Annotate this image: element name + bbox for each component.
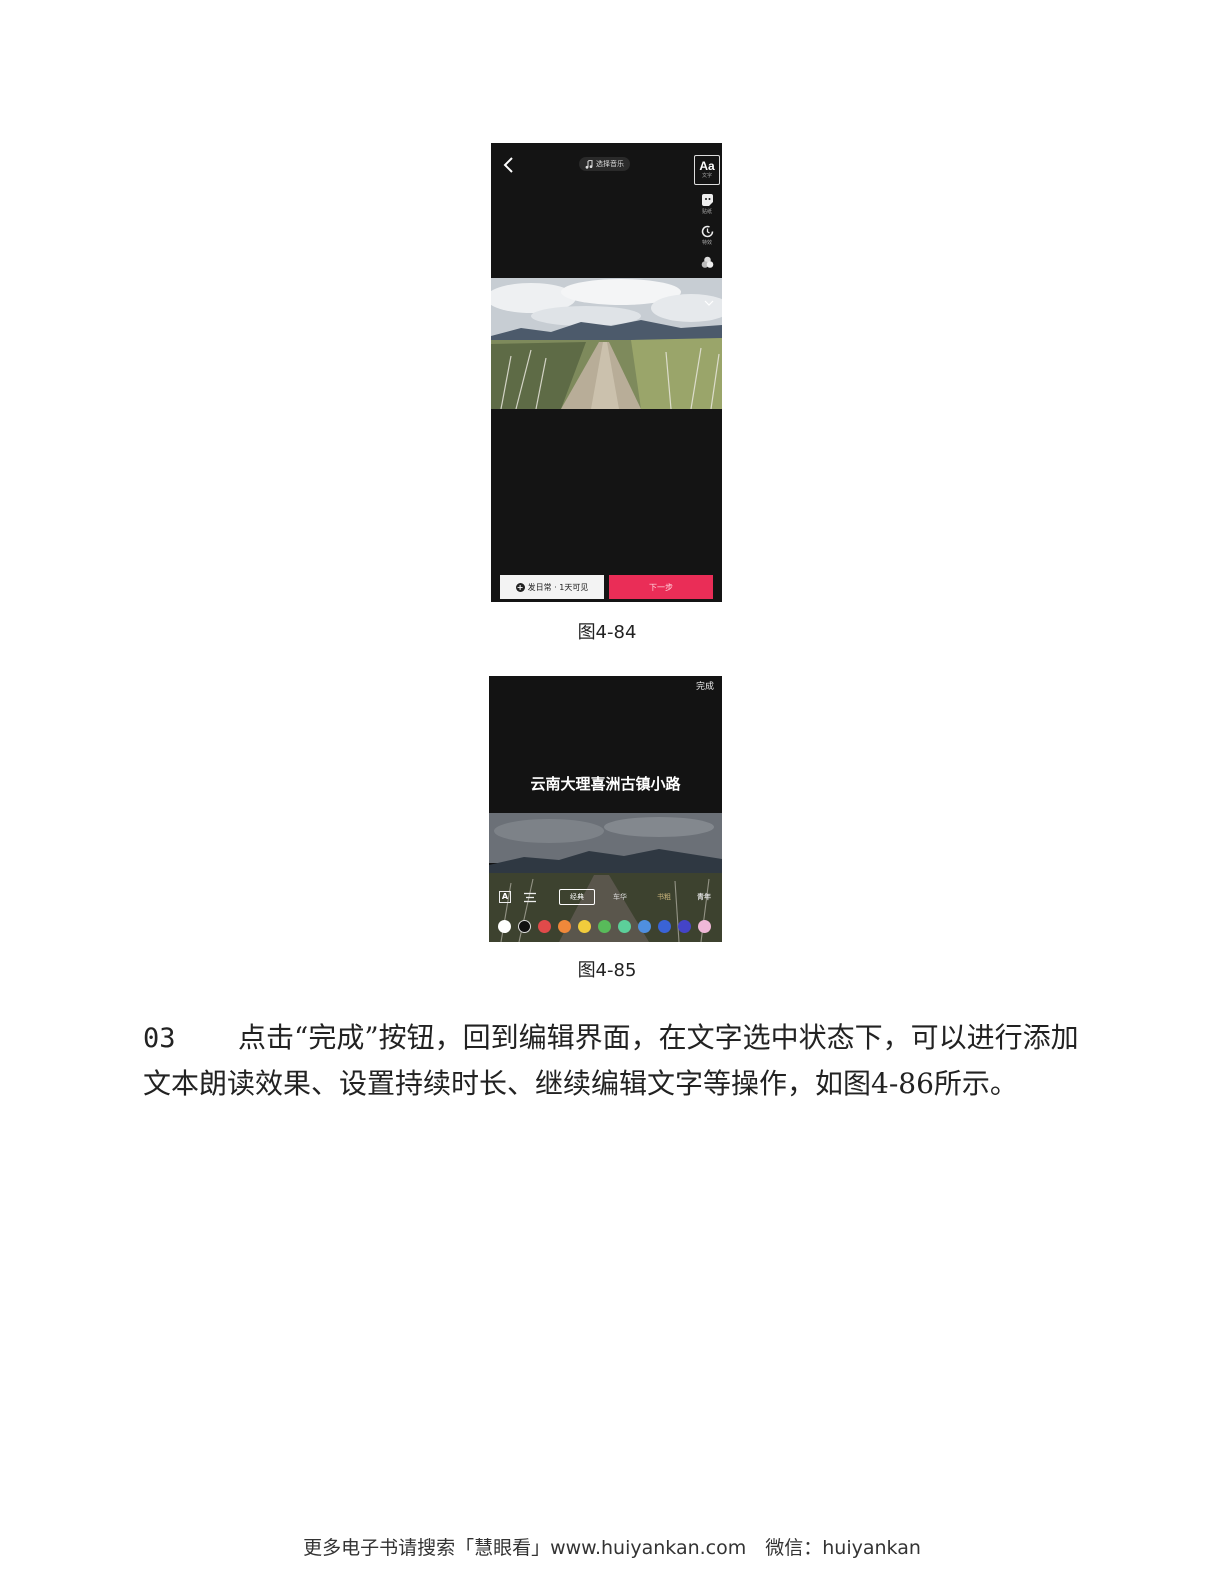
text-tool-caption: 文字 [701,173,712,179]
music-note-icon [585,159,593,169]
filter-circles-icon [701,256,713,268]
figure-caption-4-85: 图4-85 [577,960,637,981]
next-step-button[interactable]: 下一步 [609,575,713,599]
text-style-toolbar: A 经典 车华 书粗 青年 [489,888,722,908]
step-number: 03 [143,1023,176,1054]
text-tool-icon: Aa [699,159,715,173]
color-swatch[interactable] [598,920,611,933]
footer-promo: 更多电子书请搜索「慧眼看」www.huiyankan.com 微信：huiyan… [303,1537,921,1559]
figure-caption-4-84: 图4-84 [577,622,637,643]
color-swatch[interactable] [578,920,591,933]
sticker-caption: 贴纸 [701,209,712,215]
text-tool-button[interactable]: Aa 文字 [694,155,720,185]
color-swatch[interactable] [558,920,571,933]
color-swatch[interactable] [498,920,511,933]
color-swatch[interactable] [638,920,651,933]
effects-tool-button[interactable]: 特效 [694,224,720,247]
edit-tool-rail: Aa 文字 贴纸 特效 [694,155,720,270]
style-tab-2[interactable]: 车华 [613,892,627,902]
style-tab-3[interactable]: 书粗 [657,892,671,902]
plus-circle-icon: + [515,582,525,592]
sticker-icon [701,194,713,206]
color-swatch[interactable] [658,920,671,933]
done-button[interactable]: 完成 [696,679,714,692]
music-label: 选择音乐 [596,160,624,168]
post-daily-label: 发日常 · 1天可见 [527,582,589,592]
align-icon[interactable] [524,892,536,903]
text-background-toggle[interactable]: A [499,891,511,903]
overlay-text[interactable]: 云南大理喜洲古镇小路 [489,773,722,794]
back-arrow-icon[interactable] [501,155,517,175]
effects-clock-icon [701,225,713,238]
color-swatch[interactable] [618,920,631,933]
filter-tool-button[interactable] [694,255,720,270]
color-swatch-row [498,920,711,934]
instruction-paragraph: 03 点击“完成”按钮，回到编辑界面，在文字选中状态下，可以进行添加文本朗读效果、… [143,1015,1088,1106]
chevron-down-icon[interactable] [704,299,714,307]
effects-caption: 特效 [701,240,712,246]
figure-4-84-screenshot: 选择音乐 Aa 文字 贴纸 特效 + 发日常 · 1天可见 下一步 [491,143,722,602]
figure-4-85-screenshot: 完成 云南大理喜洲古镇小路 A 经典 车华 书粗 青年 [489,676,722,942]
video-preview-landscape [491,278,722,409]
post-daily-button[interactable]: + 发日常 · 1天可见 [500,575,604,599]
color-swatch[interactable] [518,920,531,933]
style-tab-4[interactable]: 青年 [697,892,711,902]
color-swatch[interactable] [698,920,711,933]
style-tab-classic[interactable]: 经典 [559,889,595,905]
select-music-button[interactable]: 选择音乐 [579,157,630,171]
sticker-tool-button[interactable]: 贴纸 [694,193,720,216]
color-swatch[interactable] [538,920,551,933]
paragraph-text: 点击“完成”按钮，回到编辑界面，在文字选中状态下，可以进行添加文本朗读效果、设置… [143,1021,1079,1100]
color-swatch[interactable] [678,920,691,933]
